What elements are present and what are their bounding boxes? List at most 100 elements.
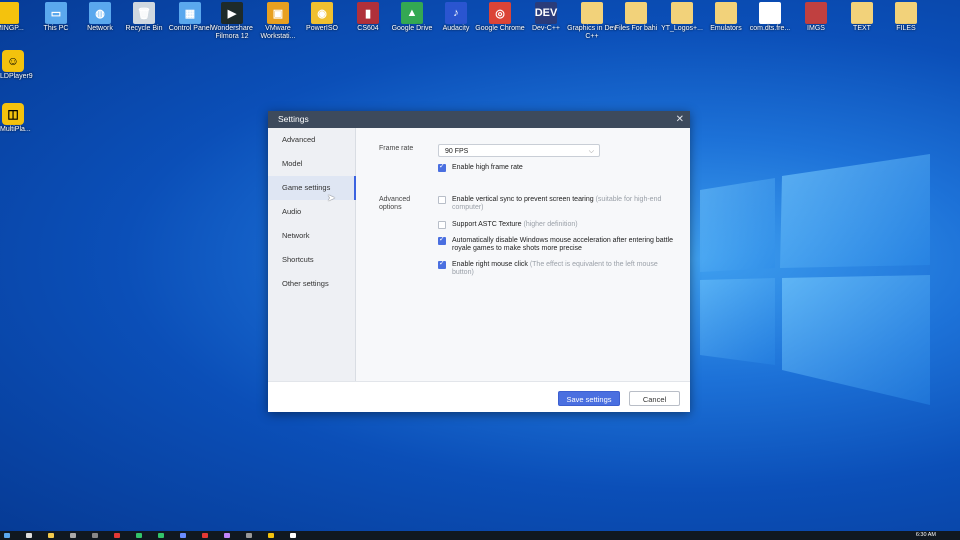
- vsync-checkbox[interactable]: [438, 196, 446, 204]
- advanced-options-label: Advanced options: [379, 196, 411, 211]
- desktop-icon-label: LDPlayer9: [0, 73, 33, 80]
- sidebar-item-model[interactable]: Model: [268, 152, 355, 176]
- desktop-icon-label: PowerISO: [306, 25, 338, 32]
- desktop-app-icon: [851, 2, 873, 24]
- desktop-icon[interactable]: DEV Dev-C++: [520, 0, 572, 33]
- desktop-icon[interactable]: LMINGP...: [0, 0, 34, 33]
- cancel-button[interactable]: Cancel: [629, 391, 680, 406]
- astc-checkbox[interactable]: [438, 221, 446, 229]
- taskbar-app-icon[interactable]: [290, 533, 296, 538]
- desktop-icon-label: LMINGP...: [0, 25, 24, 32]
- frame-rate-select[interactable]: 90 FPS ⌵: [438, 144, 600, 157]
- sidebar-item-advanced[interactable]: Advanced: [268, 128, 355, 152]
- desktop-icon[interactable]: 🗑 Recycle Bin: [118, 0, 170, 33]
- taskbar-app-icon[interactable]: [92, 533, 98, 538]
- desktop-icon[interactable]: IMGS: [790, 0, 842, 33]
- dialog-footer: Save settings Cancel: [268, 381, 690, 412]
- chevron-down-icon: ⌵: [588, 148, 594, 155]
- multiplayer-icon: ◫: [2, 103, 24, 125]
- desktop-icon[interactable]: com.dts.fre...: [744, 0, 796, 33]
- desktop-app-icon: [671, 2, 693, 24]
- desktop-app-icon: [0, 2, 19, 24]
- taskbar-app-icon[interactable]: [136, 533, 142, 538]
- desktop-icon-multiplayer[interactable]: ◫ MultiPla...: [0, 103, 31, 133]
- taskbar-app-icon[interactable]: [48, 533, 54, 538]
- ldplayer-icon: ☺: [2, 50, 24, 72]
- mouse-accel-checkbox[interactable]: [438, 236, 446, 245]
- desktop-app-icon: ▶: [221, 2, 243, 24]
- desktop-icon-ldplayer[interactable]: ☺ LDPlayer9: [0, 50, 33, 80]
- sidebar-item-game-settings[interactable]: Game settings: [268, 176, 356, 200]
- taskbar-app-icon[interactable]: [180, 533, 186, 538]
- taskbar-app-icon[interactable]: [70, 533, 76, 538]
- desktop-app-icon: ▭: [45, 2, 67, 24]
- desktop-icon-label: com.dts.fre...: [749, 25, 791, 32]
- right-click-checkbox[interactable]: [438, 260, 446, 269]
- desktop-icon[interactable]: ▶ Wondershare Filmora 12: [206, 0, 258, 41]
- desktop-icon-label: Recycle Bin: [125, 25, 163, 32]
- mouse-accel-label: Automatically disable Windows mouse acce…: [452, 237, 674, 252]
- desktop-icon-label: Wondershare Filmora 12: [211, 25, 253, 40]
- taskbar: 6:30 AM: [0, 531, 960, 540]
- desktop-app-icon: DEV: [535, 2, 557, 24]
- astc-label: Support ASTC Texture: [452, 221, 522, 228]
- desktop-app-icon: ▲: [401, 2, 423, 24]
- desktop-icon-label: MultiPla...: [0, 126, 31, 133]
- vsync-option[interactable]: Enable vertical sync to prevent screen t…: [438, 196, 677, 212]
- taskbar-app-icon[interactable]: [158, 533, 164, 538]
- desktop-app-icon: [759, 2, 781, 24]
- high-frame-rate-label: Enable high frame rate: [452, 164, 523, 171]
- taskbar-clock[interactable]: 6:30 AM: [916, 531, 936, 540]
- right-click-option[interactable]: Enable right mouse click (The effect is …: [438, 260, 677, 277]
- right-click-label: Enable right mouse click: [452, 261, 528, 268]
- desktop-icon[interactable]: FILES: [880, 0, 932, 33]
- frame-rate-value: 90 FPS: [445, 148, 469, 155]
- desktop-app-icon: [581, 2, 603, 24]
- desktop-icon-row: LMINGP...▭This PC◍Network🗑Recycle Bin▦Co…: [0, 0, 960, 44]
- mouse-cursor-icon: ➤: [327, 193, 336, 204]
- frame-rate-label: Frame rate: [379, 145, 414, 152]
- desktop-icon[interactable]: Files For bahi: [610, 0, 662, 33]
- taskbar-app-icon[interactable]: [4, 533, 10, 538]
- desktop-icon[interactable]: ◉ PowerISO: [296, 0, 348, 33]
- sidebar-item-other-settings[interactable]: Other settings: [268, 272, 355, 296]
- desktop-app-icon: ▦: [179, 2, 201, 24]
- desktop-icon-label: Dev-C++: [531, 25, 560, 32]
- taskbar-app-icon[interactable]: [26, 533, 32, 538]
- astc-option[interactable]: Support ASTC Texture (higher definition): [438, 221, 677, 229]
- taskbar-app-icon[interactable]: [246, 533, 252, 538]
- desktop-icon-label: IMGS: [807, 25, 825, 32]
- save-settings-button[interactable]: Save settings: [558, 391, 620, 406]
- desktop-app-icon: [805, 2, 827, 24]
- taskbar-app-icon[interactable]: [224, 533, 230, 538]
- desktop-icon-label: Files For bahi: [614, 25, 658, 32]
- mouse-accel-option[interactable]: Automatically disable Windows mouse acce…: [438, 236, 677, 253]
- desktop-app-icon: [895, 2, 917, 24]
- settings-dialog: Settings ✕ Advanced Model Game settings …: [268, 111, 690, 412]
- desktop-app-icon: ◎: [489, 2, 511, 24]
- dialog-title-bar: Settings ✕: [268, 111, 690, 128]
- sidebar-item-network[interactable]: Network: [268, 224, 355, 248]
- astc-hint: (higher definition): [523, 221, 578, 228]
- desktop-app-icon: ♪: [445, 2, 467, 24]
- desktop-app-icon: ▣: [267, 2, 289, 24]
- settings-content: Frame rate 90 FPS ⌵ Enable high frame ra…: [356, 128, 690, 381]
- taskbar-app-icon[interactable]: [268, 533, 274, 538]
- sidebar-item-shortcuts[interactable]: Shortcuts: [268, 248, 355, 272]
- desktop-icon-label: Google Chrome: [475, 25, 525, 32]
- taskbar-app-icon[interactable]: [202, 533, 208, 538]
- sidebar-item-audio[interactable]: Audio: [268, 200, 355, 224]
- desktop-app-icon: [715, 2, 737, 24]
- settings-sidebar: Advanced Model Game settings Audio Netwo…: [268, 128, 356, 381]
- close-icon[interactable]: ✕: [676, 111, 684, 128]
- dialog-title: Settings: [278, 114, 309, 124]
- desktop-icon[interactable]: ◎ Google Chrome: [474, 0, 526, 33]
- taskbar-app-icon[interactable]: [114, 533, 120, 538]
- desktop-app-icon: ▮: [357, 2, 379, 24]
- high-frame-rate-option[interactable]: Enable high frame rate: [438, 163, 677, 172]
- desktop-app-icon: 🗑: [133, 2, 155, 24]
- desktop-icon-label: FILES: [896, 25, 916, 32]
- desktop-app-icon: [625, 2, 647, 24]
- desktop-app-icon: ◍: [89, 2, 111, 24]
- high-frame-rate-checkbox[interactable]: [438, 163, 446, 172]
